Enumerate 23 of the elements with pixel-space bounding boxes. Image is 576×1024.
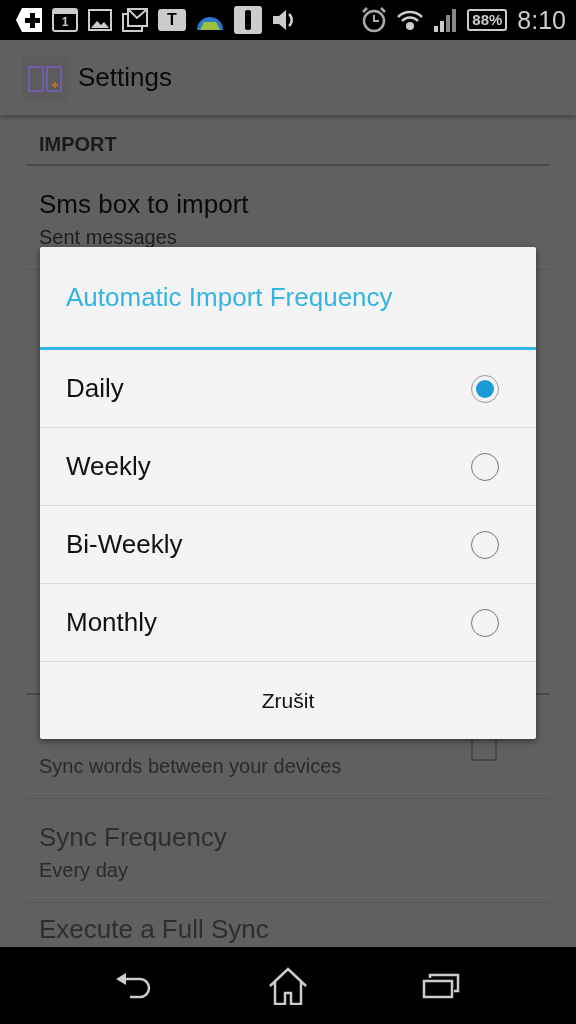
recent-apps-icon[interactable] [421,972,460,999]
section-header: IMPORT [26,115,550,166]
clock-time: 8:10 [517,5,566,35]
option-label[interactable]: Bi-Weekly [66,529,471,560]
option-label[interactable]: Weekly [66,451,471,482]
chat-icon: T [158,9,186,31]
volume-icon [272,8,296,32]
image-icon [88,9,112,31]
alarm-clock-icon [361,7,388,33]
dialog-title: Automatic Import Frequency [40,247,536,350]
signal-icon [433,8,458,32]
plus-tag-icon [16,8,42,32]
wifi-icon [397,8,424,32]
calendar-icon: 1 [52,8,78,32]
cancel-button[interactable]: Zrušit [40,662,536,739]
screen-title: Settings [78,62,172,93]
home-icon[interactable] [267,966,309,1005]
option-label[interactable]: Daily [66,373,471,404]
mail-icon [122,8,148,32]
option-label[interactable]: Monthly [66,607,471,638]
setting-summary: Sent messages [39,225,178,250]
toggle-icon [234,6,262,34]
battery-indicator: 88% [467,9,508,31]
